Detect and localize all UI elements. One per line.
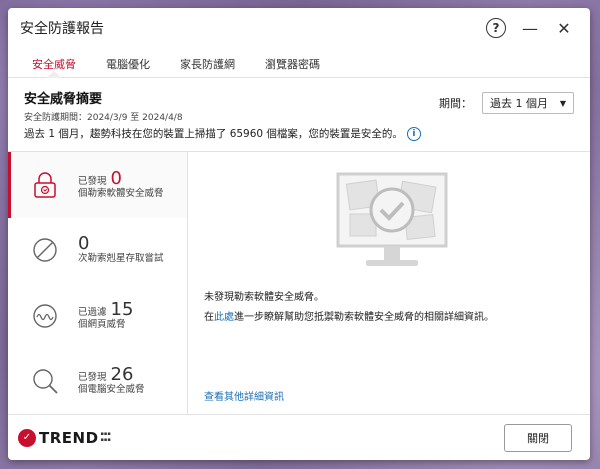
report-body: 已發現 0 個勒索軟體安全威脅 0 次勒索剋星存取嘗試 已過濾 15 個網頁威脅… <box>8 152 590 414</box>
sidebar-item-label: 個網頁威脅 <box>78 318 126 330</box>
sidebar-item-label: 個勒索軟體安全威脅 <box>78 187 164 199</box>
help-icon: ? <box>486 18 506 38</box>
close-window-button[interactable]: ✕ <box>550 14 578 42</box>
sidebar-item-ransomware[interactable]: 已發現 0 個勒索軟體安全威脅 <box>8 152 187 218</box>
learn-more-suffix: 進一步瞭解幫助您抵禦勒索軟體安全威脅的相關詳細資訊。 <box>234 312 494 323</box>
close-icon: ✕ <box>557 18 571 38</box>
sidebar-item-count: 0 <box>78 233 90 255</box>
sidebar-item-folder-shield[interactable]: 0 次勒索剋星存取嘗試 <box>8 218 187 284</box>
period-selector: 期間： 過去 1 個月 ▼ <box>439 92 574 114</box>
minimize-button[interactable]: — <box>516 14 544 42</box>
threat-summary: 安全威脅摘要 安全防護期間：2024/3/9 至 2024/4/8 過去 1 個… <box>8 78 590 152</box>
chevron-down-icon: ▼ <box>559 98 566 108</box>
view-more-details-link[interactable]: 查看其他詳細資訊 <box>204 388 284 403</box>
magnifier-icon <box>33 369 58 394</box>
sidebar-item-label: 次勒索剋星存取嘗試 <box>78 253 164 265</box>
sidebar-item-prefix: 已過濾 <box>78 306 107 318</box>
sidebar-item-prefix: 已發現 <box>78 372 107 384</box>
sidebar-item-text: 0 次勒索剋星存取嘗試 <box>78 235 164 265</box>
summary-description: 過去 1 個月，趨勢科技在您的裝置上掃描了 65960 個檔案，您的裝置是安全的… <box>24 126 574 141</box>
close-button[interactable]: 關閉 <box>504 423 572 452</box>
tab-pc-optimization[interactable]: 電腦優化 <box>98 48 158 77</box>
summary-description-text: 過去 1 個月，趨勢科技在您的裝置上掃描了 65960 個檔案，您的裝置是安全的… <box>24 128 403 140</box>
footer-bar: ✓ TREND ▪▪▪ ▪▪▪ 關閉 <box>8 414 590 460</box>
logo-subtext: ▪▪▪ ▪▪▪ <box>100 431 111 443</box>
sidebar-item-prefix: 已發現 <box>78 175 107 187</box>
sidebar-item-text: 已發現 26 個電腦安全威脅 <box>78 366 145 396</box>
trend-ball-icon: ✓ <box>18 428 36 447</box>
detail-panel: 未發現勒索軟體安全威脅。 在此處進一步瞭解幫助您抵禦勒索軟體安全威脅的相關詳細資… <box>188 152 590 414</box>
sidebar-item-count: 0 <box>110 167 122 189</box>
sidebar-item-pc-threats[interactable]: 已發現 26 個電腦安全威脅 <box>8 349 187 415</box>
period-value: 過去 1 個月 <box>490 97 548 110</box>
sidebar-item-count: 26 <box>110 364 134 386</box>
tab-parental-controls[interactable]: 家長防護網 <box>172 48 243 77</box>
learn-more-prefix: 在 <box>204 312 214 323</box>
no-threat-message: 未發現勒索軟體安全威脅。 <box>204 292 324 303</box>
tab-bar: 安全威脅 電腦優化 家長防護網 瀏覽器密碼 <box>8 48 590 78</box>
lock-icon <box>34 172 56 198</box>
period-dropdown[interactable]: 過去 1 個月 ▼ <box>482 92 574 114</box>
safe-monitor-icon <box>336 172 448 266</box>
sidebar-item-count: 15 <box>110 298 134 320</box>
info-icon[interactable]: i <box>406 126 421 141</box>
learn-more-message: 在此處進一步瞭解幫助您抵禦勒索軟體安全威脅的相關詳細資訊。 <box>204 308 494 323</box>
period-label: 期間： <box>439 97 472 110</box>
logo-text: TREND <box>39 428 99 447</box>
help-button[interactable]: ? <box>482 14 510 42</box>
learn-more-link[interactable]: 此處 <box>214 312 234 323</box>
tab-security-threats[interactable]: 安全威脅 <box>24 48 84 78</box>
sidebar-item-label: 個電腦安全威脅 <box>78 384 145 396</box>
report-window: 安全防護報告 ? — ✕ 安全威脅 電腦優化 家長防護網 瀏覽器密碼 安全威脅摘… <box>8 8 590 460</box>
trend-micro-logo: ✓ TREND ▪▪▪ ▪▪▪ <box>18 428 504 447</box>
tab-browser-passwords[interactable]: 瀏覽器密碼 <box>257 48 328 77</box>
block-icon <box>33 238 57 262</box>
title-bar: 安全防護報告 ? — ✕ <box>8 8 590 48</box>
threat-category-list: 已發現 0 個勒索軟體安全威脅 0 次勒索剋星存取嘗試 已過濾 15 個網頁威脅… <box>8 152 188 414</box>
sidebar-item-web-threats[interactable]: 已過濾 15 個網頁威脅 <box>8 283 187 349</box>
sidebar-item-text: 已過濾 15 個網頁威脅 <box>78 298 134 331</box>
sidebar-item-text: 已發現 0 個勒索軟體安全威脅 <box>78 167 164 200</box>
minimize-icon: — <box>522 18 538 38</box>
wave-icon <box>33 304 57 328</box>
window-title: 安全防護報告 <box>20 21 104 37</box>
